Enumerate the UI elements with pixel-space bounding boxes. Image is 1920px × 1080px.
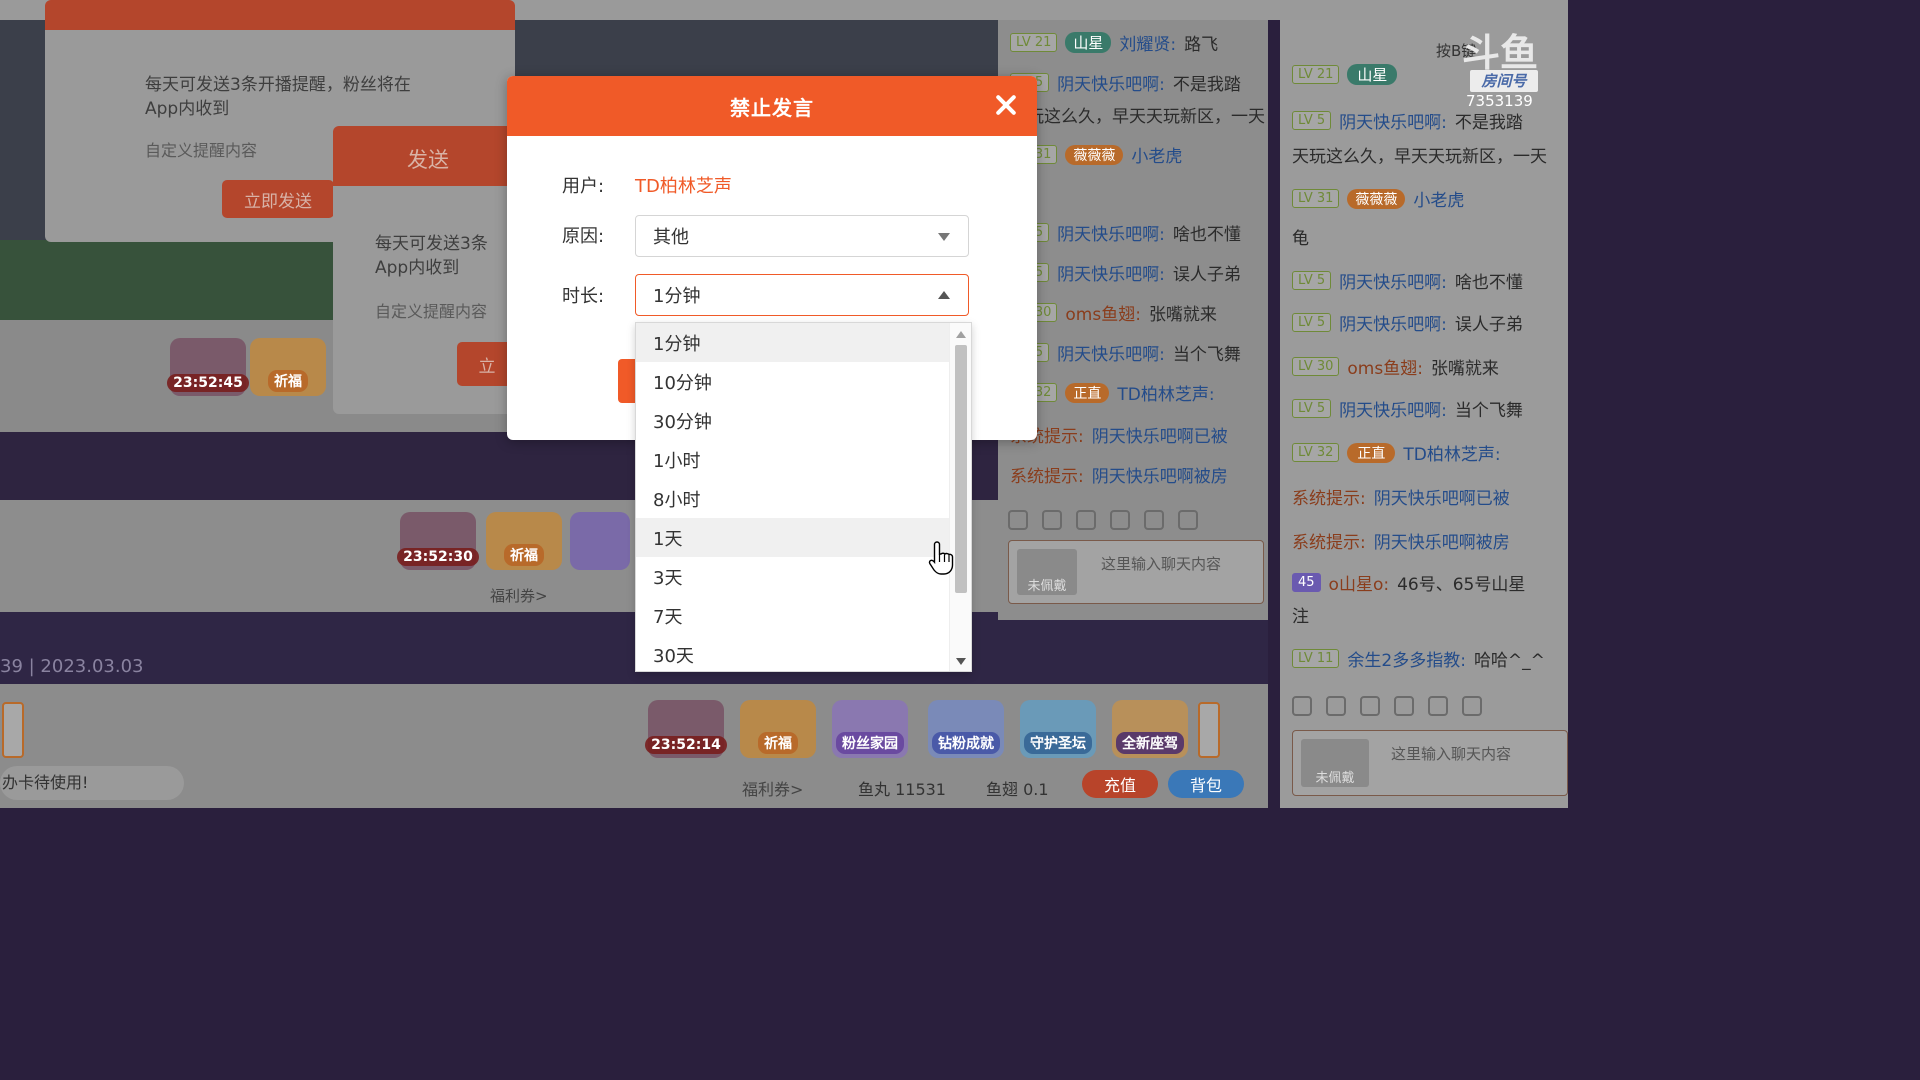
chat-message: 系统提示: 阴天快乐吧啊已被 xyxy=(1292,489,1510,509)
duration-option-hovered[interactable]: 1天 xyxy=(636,518,950,557)
fishfin-balance: 鱼翅 0.1 xyxy=(986,780,1049,799)
ban-dialog-header: 禁止发言 xyxy=(507,76,1037,136)
hand-cursor-icon xyxy=(928,541,954,575)
chat-message: 龟 xyxy=(1292,229,1309,249)
card-hint: 办卡待使用! xyxy=(0,766,184,800)
scroll-up-icon[interactable] xyxy=(956,331,966,338)
user-label: 用户: xyxy=(562,176,605,197)
scrollbar-thumb[interactable] xyxy=(955,345,967,593)
reason-select[interactable]: 其他 xyxy=(635,215,969,257)
duration-select[interactable]: 1分钟 xyxy=(635,274,969,316)
duration-option[interactable]: 10分钟 xyxy=(636,362,950,401)
room-number-label: 房间号 xyxy=(1470,70,1538,92)
chat-message: LV 31薇薇薇小老虎 xyxy=(1292,186,1464,211)
chat-panel-right: LV 21 山星 LV 5 阴天快乐吧啊: 不是我踏 天玩这么久，早天天玩新区，一天 … xyxy=(1280,20,1568,808)
scroll-right-button[interactable] xyxy=(1198,702,1220,758)
duration-option[interactable]: 8小时 xyxy=(636,479,950,518)
ban-dialog-title: 禁止发言 xyxy=(730,95,814,120)
chat-message: 45 o山星o: 46号、65号山星 xyxy=(1292,570,1525,595)
chat-message: LV 5阴天快乐吧啊:误人子弟 xyxy=(1292,310,1523,335)
gift-bless-1: 祈福 xyxy=(250,338,326,396)
duration-option[interactable]: 7天 xyxy=(636,596,950,635)
chat-message: 天玩这么久，早天天玩新区，一天 xyxy=(1292,147,1547,167)
welfare-link-2: 福利券> xyxy=(490,587,548,605)
old-send-button: 立即发送 xyxy=(222,180,334,218)
scroll-left-button[interactable] xyxy=(2,702,24,758)
stream-date: 39 | 2023.03.03 xyxy=(0,656,144,677)
chat-message: LV 5阴天快乐吧啊:误人子弟 xyxy=(1010,260,1241,285)
chat-message: LV 5阴天快乐吧啊:当个飞舞 xyxy=(1292,396,1523,421)
close-icon[interactable] xyxy=(993,92,1019,118)
dropdown-scrollbar[interactable] xyxy=(949,323,971,671)
gift-fans-home[interactable]: 粉丝家园 xyxy=(832,700,908,758)
page-footer-band xyxy=(0,808,1568,882)
chat-message: LV 32正直TD柏林芝声: xyxy=(1010,380,1215,405)
chat-message: LV 5阴天快乐吧啊:不是我踏 xyxy=(1292,108,1523,133)
chat-message: 系统提示: 阴天快乐吧啊已被 xyxy=(1010,427,1228,447)
chat-message: 天玩这么久，早天天玩新区，一天 xyxy=(1010,107,1265,127)
duration-option[interactable]: 3天 xyxy=(636,557,950,596)
old-dialog-text: 每天可发送3条开播提醒，粉丝将在 App内收到 xyxy=(145,75,411,119)
gift-fans-2 xyxy=(570,512,630,570)
chat-message: LV 5阴天快乐吧啊:啥也不懂 xyxy=(1292,268,1523,293)
chat-message: LV 30oms鱼翅:张嘴就来 xyxy=(1010,300,1217,325)
gift-diamond[interactable]: 钻粉成就 xyxy=(928,700,1004,758)
chat-message: LV 30oms鱼翅:张嘴就来 xyxy=(1292,354,1499,379)
duration-dropdown: 1分钟 10分钟 30分钟 1小时 8小时 1天 3天 7天 30天 xyxy=(635,322,972,672)
chat-message: LV 11 余生2多多指教: 哈哈^_^ xyxy=(1292,646,1545,671)
backpack-button[interactable]: 背包 xyxy=(1168,770,1244,798)
recharge-button[interactable]: 充值 xyxy=(1082,770,1158,798)
gift-timer-3[interactable]: 23:52:14 xyxy=(645,700,727,758)
welfare-link[interactable]: 福利券> xyxy=(742,776,803,800)
gift-bless-2: 祈福 xyxy=(486,512,562,570)
chevron-up-icon xyxy=(938,291,950,299)
old-dialog-custom-hint: 自定义提醒内容 xyxy=(145,141,258,160)
user-name: TD柏林芝声 xyxy=(635,176,732,197)
chat-tools-middle xyxy=(1008,510,1212,534)
chat-message: LV 5阴天快乐吧啊:不是我踏 xyxy=(1010,70,1241,95)
chat-input-right[interactable]: 未佩戴 这里输入聊天内容 xyxy=(1292,730,1568,796)
chat-message: LV 5阴天快乐吧啊:啥也不懂 xyxy=(1010,220,1241,245)
chat-tools-right xyxy=(1292,696,1496,720)
chat-message: LV 5阴天快乐吧啊:当个飞舞 xyxy=(1010,340,1241,365)
room-number: 7353139 xyxy=(1466,92,1533,110)
reason-value: 其他 xyxy=(653,227,689,248)
chat-message: LV 32正直TD柏林芝声: xyxy=(1292,440,1501,465)
gift-guard[interactable]: 守护圣坛 xyxy=(1020,700,1096,758)
chat-message: 注 xyxy=(1292,607,1309,627)
chat-message: LV 21 山星 xyxy=(1292,64,1398,85)
chevron-down-icon xyxy=(938,233,950,241)
chat-input-middle[interactable]: 未佩戴 这里输入聊天内容 xyxy=(1008,540,1264,604)
fishball-balance: 鱼丸 11531 xyxy=(858,780,946,799)
duration-option[interactable]: 30分钟 xyxy=(636,401,950,440)
duration-value: 1分钟 xyxy=(653,286,701,307)
scroll-down-icon[interactable] xyxy=(956,658,966,665)
chat-message: 系统提示: 阴天快乐吧啊被房 xyxy=(1010,467,1228,487)
gift-timer-1: 23:52:45 xyxy=(167,338,249,396)
gift-seat[interactable]: 全新座驾 xyxy=(1112,700,1188,758)
duration-option[interactable]: 30天 xyxy=(636,635,950,671)
info-band xyxy=(0,612,1268,684)
chat-message: 系统提示: 阴天快乐吧啊被房 xyxy=(1292,533,1510,553)
reason-label: 原因: xyxy=(562,226,605,247)
fan-badge-slot[interactable]: 未佩戴 xyxy=(1301,739,1369,787)
duration-option[interactable]: 1分钟 xyxy=(636,323,950,362)
gift-timer-2: 23:52:30 xyxy=(397,512,479,570)
duration-label: 时长: xyxy=(562,286,605,307)
gift-bless-3[interactable]: 祈福 xyxy=(740,700,816,758)
douyu-logo: 斗鱼 xyxy=(1462,31,1539,75)
chat-panel-middle: LV 21山星刘耀贤:路飞 LV 5阴天快乐吧啊:不是我踏 天玩这么久，早天天玩… xyxy=(998,20,1268,620)
duration-option[interactable]: 1小时 xyxy=(636,440,950,479)
fan-badge-slot[interactable]: 未佩戴 xyxy=(1017,549,1077,595)
chat-message: LV 21 山星 刘耀贤: 路飞 xyxy=(1010,30,1218,55)
